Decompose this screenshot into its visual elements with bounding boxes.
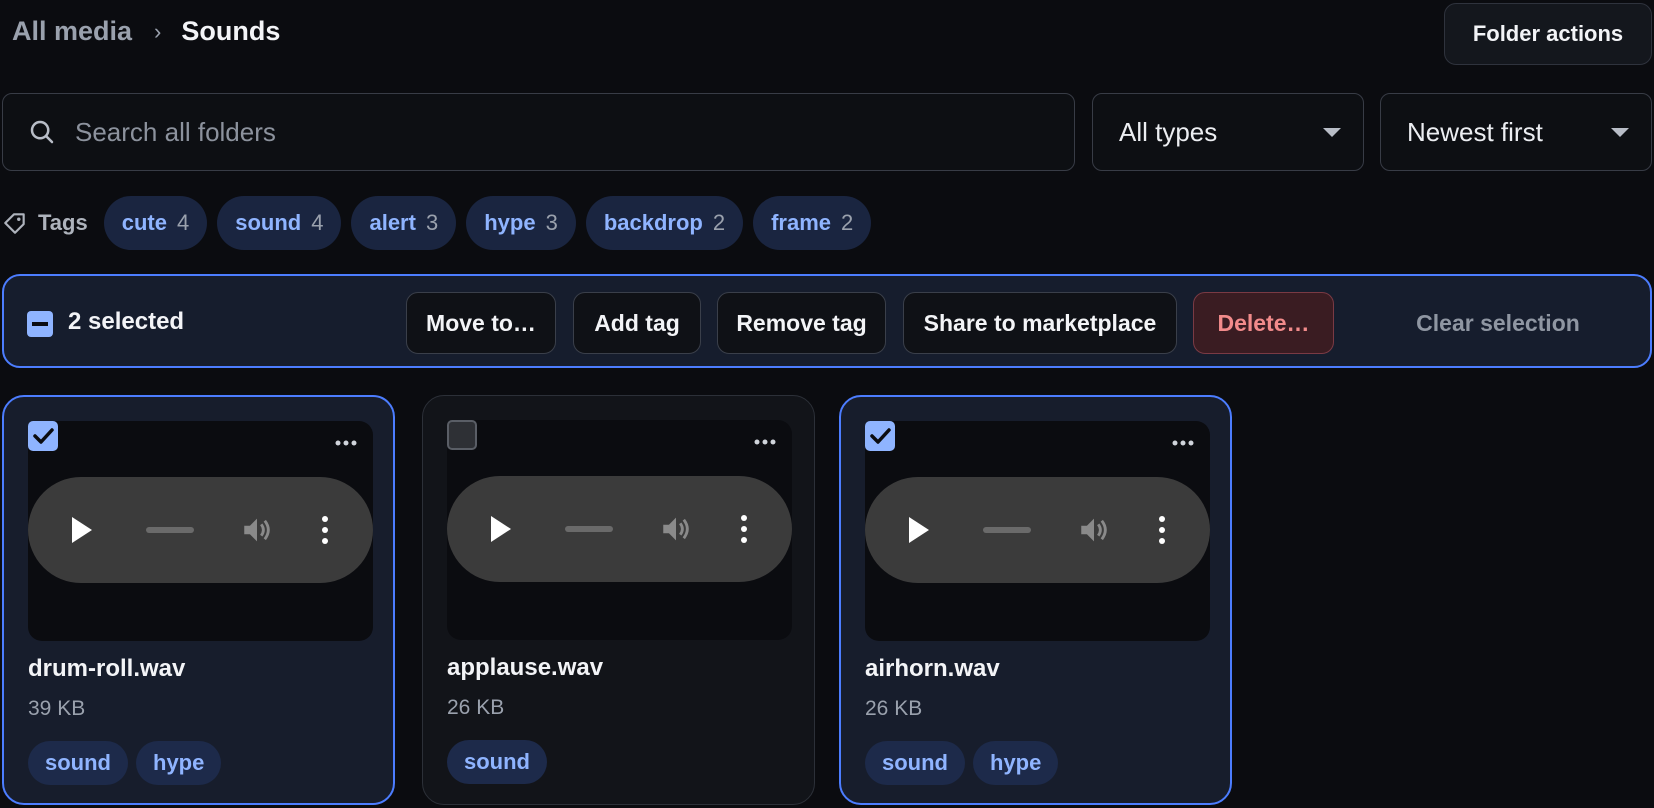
audio-progress-track[interactable] (565, 526, 613, 532)
tag-chip-backdrop[interactable]: backdrop 2 (585, 196, 744, 250)
tag-chip-cute[interactable]: cute 4 (103, 196, 208, 250)
card-tags: sound (447, 740, 555, 784)
add-tag-button[interactable]: Add tag (573, 292, 701, 354)
volume-icon[interactable] (659, 512, 693, 546)
breadcrumb: All media › Sounds (12, 16, 280, 47)
selection-bar: 2 selected Move to… Add tag Remove tag S… (2, 274, 1652, 368)
select-all-checkbox[interactable] (27, 311, 53, 337)
more-horizontal-icon[interactable] (334, 439, 358, 447)
volume-icon[interactable] (1077, 513, 1111, 547)
media-card[interactable]: drum-roll.wav 39 KB sound hype (2, 395, 395, 805)
card-tags: sound hype (865, 741, 1066, 785)
breadcrumb-current: Sounds (181, 16, 281, 46)
card-tag[interactable]: sound (447, 740, 547, 784)
sort-value: Newest first (1407, 116, 1543, 147)
file-name: airhorn.wav (865, 655, 1000, 682)
remove-tag-button[interactable]: Remove tag (717, 292, 886, 354)
more-vertical-icon[interactable] (322, 515, 328, 545)
card-tag[interactable]: sound (865, 741, 965, 785)
more-vertical-icon[interactable] (741, 514, 747, 544)
selected-count: 2 selected (68, 308, 185, 335)
more-horizontal-icon[interactable] (1171, 439, 1195, 447)
tag-filter-row: Tags cute 4 sound 4 alert 3 hype 3 backdrop 2… (2, 196, 881, 250)
tags-label: Tags (2, 210, 88, 236)
check-icon (870, 428, 891, 444)
file-size: 26 KB (865, 697, 923, 720)
card-checkbox[interactable] (447, 420, 477, 450)
media-card[interactable]: airhorn.wav 26 KB sound hype (839, 395, 1232, 805)
clear-selection-button[interactable]: Clear selection (1348, 292, 1648, 354)
card-checkbox[interactable] (28, 421, 58, 451)
card-checkbox[interactable] (865, 421, 895, 451)
delete-button[interactable]: Delete… (1193, 292, 1334, 354)
sort-select[interactable]: Newest first (1380, 93, 1652, 171)
audio-progress-track[interactable] (146, 527, 194, 533)
caret-down-icon (1611, 128, 1629, 137)
audio-player (447, 476, 792, 582)
tag-chip-sound[interactable]: sound 4 (217, 196, 342, 250)
media-library-page: All media › Sounds Folder actions Search… (0, 0, 1654, 808)
file-name: drum-roll.wav (28, 655, 186, 682)
audio-player (28, 477, 373, 583)
card-tag[interactable]: hype (136, 741, 222, 785)
play-icon[interactable] (491, 516, 511, 542)
tag-chip-hype[interactable]: hype 3 (466, 196, 576, 250)
audio-player (865, 477, 1210, 583)
file-name: applause.wav (447, 654, 604, 681)
search-icon (30, 120, 54, 144)
chevron-right-icon: › (154, 18, 162, 44)
share-to-marketplace-button[interactable]: Share to marketplace (903, 292, 1177, 354)
type-filter-value: All types (1119, 116, 1218, 147)
play-icon[interactable] (909, 517, 929, 543)
card-tag[interactable]: hype (973, 741, 1059, 785)
more-horizontal-icon[interactable] (753, 438, 777, 446)
card-tag[interactable]: sound (28, 741, 128, 785)
tag-icon (4, 213, 25, 234)
breadcrumb-all-media[interactable]: All media (12, 16, 132, 47)
type-filter-select[interactable]: All types (1092, 93, 1364, 171)
media-card[interactable]: applause.wav 26 KB sound (422, 395, 815, 805)
file-size: 39 KB (28, 697, 86, 720)
search-placeholder: Search all folders (75, 116, 276, 147)
file-size: 26 KB (447, 696, 505, 719)
more-vertical-icon[interactable] (1159, 515, 1165, 545)
tag-chip-alert[interactable]: alert 3 (351, 196, 457, 250)
card-tags: sound hype (28, 741, 229, 785)
check-icon (33, 428, 54, 444)
caret-down-icon (1323, 128, 1341, 137)
move-to-button[interactable]: Move to… (406, 292, 556, 354)
audio-progress-track[interactable] (983, 527, 1031, 533)
folder-actions-button[interactable]: Folder actions (1444, 3, 1652, 65)
tag-chip-frame[interactable]: frame 2 (753, 196, 872, 250)
play-icon[interactable] (72, 517, 92, 543)
volume-icon[interactable] (240, 513, 274, 547)
search-input[interactable]: Search all folders (2, 93, 1075, 171)
